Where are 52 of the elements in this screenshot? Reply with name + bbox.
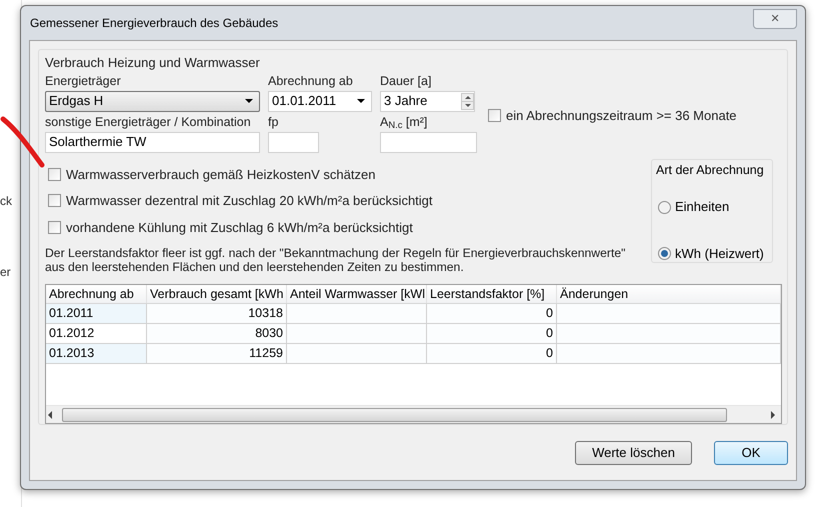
energy-carrier-dropdown[interactable]: Erdgas H [45,90,260,112]
spin-arrows-icon [461,92,474,110]
horizontal-scrollbar[interactable] [46,405,781,423]
duration-spinbox[interactable]: 3 Jahre [380,90,475,112]
scroll-right-icon [771,410,775,418]
table-cell: 10318 [147,304,287,323]
table-cell: 8030 [147,324,287,343]
text-field[interactable] [380,132,477,152]
date-picker[interactable]: 01.01.2011 [268,90,372,112]
radio-label: Einheiten [675,198,730,216]
radio-button[interactable] [658,247,671,260]
table-cell: 0 [427,344,557,363]
dialog-button[interactable]: OK [714,441,788,465]
column-header[interactable]: Änderungen [557,285,781,303]
window-title: Gemessener Energieverbrauch des Gebäudes [29,15,278,32]
radio-group-title: Art der Abrechnung [656,162,764,179]
radio-label: kWh (Heizwert) [675,244,764,263]
table-cell: 11259 [147,344,287,363]
checkbox[interactable] [488,108,501,122]
checkbox-label: vorhandene Kühlung mit Zuschlag 6 kWh/m²a berücksichtigt [66,218,413,237]
checkbox[interactable] [48,220,61,234]
dropdown-arrow-icon [245,99,253,103]
group-title: Verbrauch Heizung und Warmwasser [45,54,260,72]
field-label: sonstige Energieträger / Kombination [45,114,251,131]
close-button[interactable]: ✕ [753,9,797,29]
column-header[interactable]: Anteil Warmwasser [kWl [287,285,427,303]
checkbox-label: Warmwasserverbrauch gemäß HeizkostenV schätzen [66,166,376,184]
text-field[interactable] [268,132,319,152]
checkbox[interactable] [48,168,61,181]
background-text: er [0,264,11,281]
dropdown-arrow-icon [357,99,365,103]
field-label: A$_{N.c}$ [m²] [380,114,428,132]
scrollbar-thumb[interactable] [62,408,727,422]
note-text: Der Leerstandsfaktor fleer ist ggf. nach der "Bekanntmachung der Regeln für Energieverbrauchskennwerte" aus den leerstehenden Flächen und den leerstehenden Zeiten zu bestimmen. [45,246,626,274]
field-label: Dauer [a] [380,72,432,90]
field-label: Abrechnung ab [268,72,353,90]
field-label: fp [268,114,278,131]
checkbox-label: ein Abrechnungszeitraum >= 36 Monate [506,106,737,125]
column-header[interactable]: Leerstandsfaktor [%] [427,285,557,303]
checkbox[interactable] [48,194,61,208]
dialog-button[interactable]: Werte löschen [575,441,692,465]
background-text: ck [0,193,12,210]
text-field[interactable]: Solarthermie TW [45,132,260,152]
table-cell: 0 [427,324,557,343]
radio-button[interactable] [658,200,671,214]
field-label: Energieträger [45,72,121,90]
scroll-left-icon [48,410,52,418]
column-header[interactable]: Abrechnung ab [46,285,147,303]
table-cell: 0 [427,304,557,323]
column-header[interactable]: Verbrauch gesamt [kWh [147,285,287,303]
checkbox-label: Warmwasser dezentral mit Zuschlag 20 kWh/m²a berücksichtigt [66,192,433,210]
annotation-stroke [0,115,46,169]
